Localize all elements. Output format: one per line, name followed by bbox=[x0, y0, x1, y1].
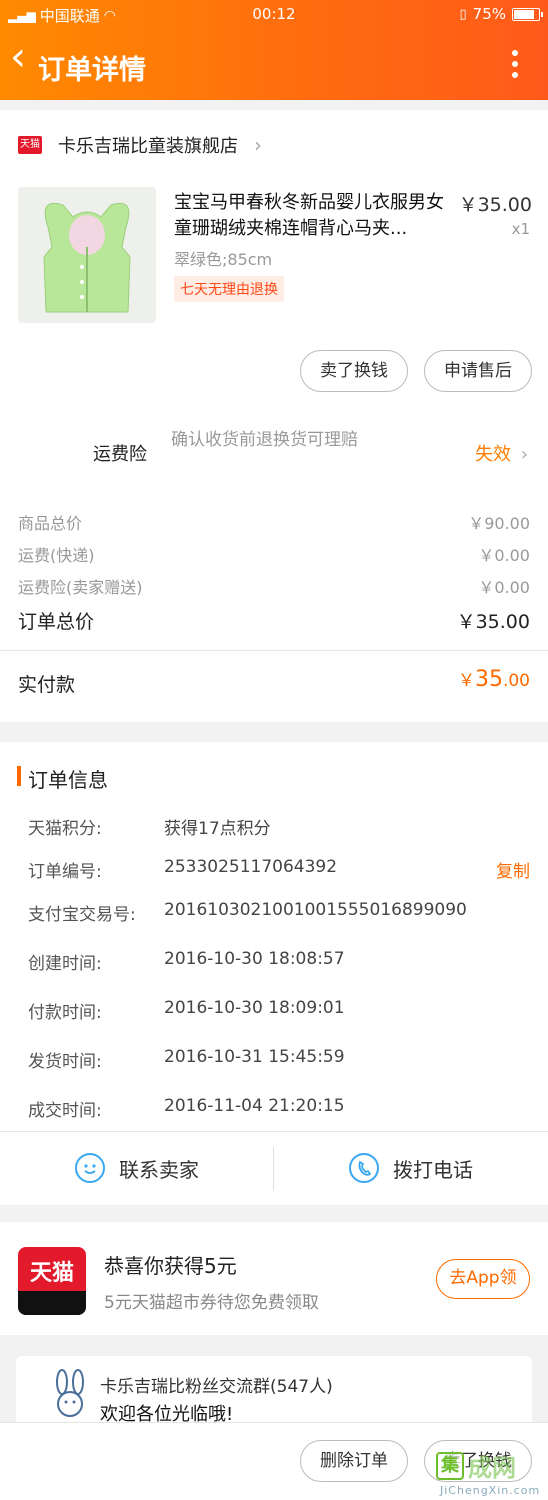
product-quantity: x1 bbox=[511, 220, 530, 238]
insurance-desc: 确认收货前退换货可理赔 bbox=[171, 430, 358, 450]
info-label: 订单编号: bbox=[28, 862, 102, 882]
info-value: 2016-10-30 18:09:01 bbox=[164, 998, 345, 1018]
contact-seller-label: 联系卖家 bbox=[119, 1157, 199, 1182]
shop-name: 卡乐吉瑞比童装旗舰店 bbox=[58, 136, 238, 157]
insurance-label: 运费险 bbox=[93, 444, 147, 465]
watermark: 集 成网 JiChengXin.com bbox=[432, 1448, 544, 1500]
tmall-logo-icon: 天猫 bbox=[18, 1247, 86, 1315]
info-label: 天猫积分: bbox=[28, 819, 102, 839]
paid-label: 实付款 bbox=[18, 674, 76, 696]
insurance-status-text: 失效 bbox=[475, 444, 512, 465]
more-icon[interactable] bbox=[512, 50, 520, 83]
vibrate-icon: ▯ bbox=[459, 6, 467, 22]
battery-percent: 75% bbox=[472, 5, 506, 23]
product-image[interactable] bbox=[18, 187, 156, 323]
chevron-right-icon: › bbox=[254, 133, 262, 157]
info-value: 2016103021001001555016899090 bbox=[164, 900, 467, 920]
info-value: 获得17点积分 bbox=[164, 819, 271, 839]
top-bar: ▂▄▆ 中国联通 ◠ 00:12 ▯ 75% ‹ 订单详情 bbox=[0, 0, 548, 100]
chevron-right-icon: › bbox=[520, 444, 528, 465]
product-price: ￥35.00 bbox=[458, 194, 532, 216]
order-card: 天猫 卡乐吉瑞比童装旗舰店 › 宝宝马甲春秋冬新品婴儿衣服男女童珊瑚绒夹棉连帽背… bbox=[0, 110, 548, 722]
summary-row: 运费险(卖家赠送) ￥0.00 bbox=[18, 574, 530, 598]
info-value: 2016-11-04 21:20:15 bbox=[164, 1096, 345, 1116]
shop-link[interactable]: 天猫 卡乐吉瑞比童装旗舰店 › bbox=[18, 132, 262, 158]
info-label: 付款时间: bbox=[28, 1003, 102, 1023]
paid-integer: 35 bbox=[474, 667, 503, 692]
page-title: 订单详情 bbox=[38, 55, 146, 86]
promo-subtitle: 5元天猫超市券待您免费领取 bbox=[104, 1293, 319, 1313]
summary-label: 运费险(卖家赠送) bbox=[18, 578, 143, 597]
delete-order-button[interactable]: 删除订单 bbox=[300, 1440, 408, 1482]
chat-icon bbox=[75, 1153, 105, 1183]
summary-row: 商品总价 ￥90.00 bbox=[18, 510, 530, 534]
summary-label: 运费(快递) bbox=[18, 546, 95, 565]
summary-row: 运费(快递) ￥0.00 bbox=[18, 542, 530, 566]
promo-title: 恭喜你获得5元 bbox=[104, 1254, 237, 1278]
summary-value: ￥0.00 bbox=[478, 578, 530, 597]
tmall-logo-text: 天猫 bbox=[29, 1261, 74, 1286]
summary-label: 商品总价 bbox=[18, 514, 83, 533]
section-accent-bar bbox=[17, 766, 21, 786]
tmall-badge-icon: 天猫 bbox=[18, 136, 42, 154]
info-value: 2016-10-31 15:45:59 bbox=[164, 1047, 345, 1067]
order-total-row: 订单总价 ￥35.00 bbox=[18, 607, 530, 634]
insurance-status[interactable]: 失效 › bbox=[475, 440, 528, 466]
after-sale-button[interactable]: 申请售后 bbox=[424, 350, 532, 392]
paid-amount: ￥35.00 bbox=[458, 666, 530, 692]
summary-value: ￥90.00 bbox=[468, 514, 530, 533]
sell-button[interactable]: 卖了换钱 bbox=[300, 350, 408, 392]
order-number: 2533025117064392 bbox=[164, 857, 338, 877]
product-sku: 翠绿色;85cm bbox=[174, 250, 273, 269]
group-name: 卡乐吉瑞比粉丝交流群(547人) bbox=[100, 1377, 333, 1397]
battery-icon bbox=[512, 7, 543, 21]
info-label: 创建时间: bbox=[28, 954, 102, 974]
section-title: 订单信息 bbox=[28, 768, 108, 792]
return-policy-tag: 七天无理由退换 bbox=[174, 276, 284, 302]
watermark-logo: 集 bbox=[436, 1452, 464, 1480]
promo-card: 天猫 恭喜你获得5元 5元天猫超市券待您免费领取 去App领 bbox=[0, 1222, 548, 1335]
info-label: 发货时间: bbox=[28, 1052, 102, 1072]
product-title[interactable]: 宝宝马甲春秋冬新品婴儿衣服男女童珊瑚绒夹棉连帽背心马夹... bbox=[174, 190, 454, 242]
order-total-label: 订单总价 bbox=[18, 611, 95, 633]
order-total-value: ￥35.00 bbox=[456, 611, 530, 633]
summary-value: ￥0.00 bbox=[478, 546, 530, 565]
claim-in-app-button[interactable]: 去App领 bbox=[436, 1259, 530, 1299]
phone-icon bbox=[349, 1153, 379, 1183]
call-phone-label: 拨打电话 bbox=[393, 1157, 473, 1182]
divider bbox=[0, 650, 548, 651]
contact-seller-button[interactable]: 联系卖家 bbox=[0, 1132, 274, 1204]
paid-currency: ￥ bbox=[457, 671, 475, 691]
paid-decimal: .00 bbox=[502, 671, 530, 691]
info-value: 2016-10-30 18:08:57 bbox=[164, 949, 345, 969]
copy-button[interactable]: 复制 bbox=[496, 857, 530, 882]
watermark-text: 成网 bbox=[468, 1454, 516, 1482]
order-info-card: 订单信息 天猫积分: 获得17点积分 订单编号: 253302511706439… bbox=[0, 742, 548, 1205]
nav-bar: ‹ 订单详情 bbox=[0, 28, 548, 100]
watermark-url: JiChengXin.com bbox=[440, 1484, 541, 1497]
status-bar: ▂▄▆ 中国联通 ◠ 00:12 ▯ 75% bbox=[0, 0, 548, 28]
back-icon[interactable]: ‹ bbox=[10, 34, 26, 80]
info-label: 成交时间: bbox=[28, 1101, 102, 1121]
info-label: 支付宝交易号: bbox=[28, 905, 136, 925]
call-phone-button[interactable]: 拨打电话 bbox=[274, 1132, 548, 1204]
